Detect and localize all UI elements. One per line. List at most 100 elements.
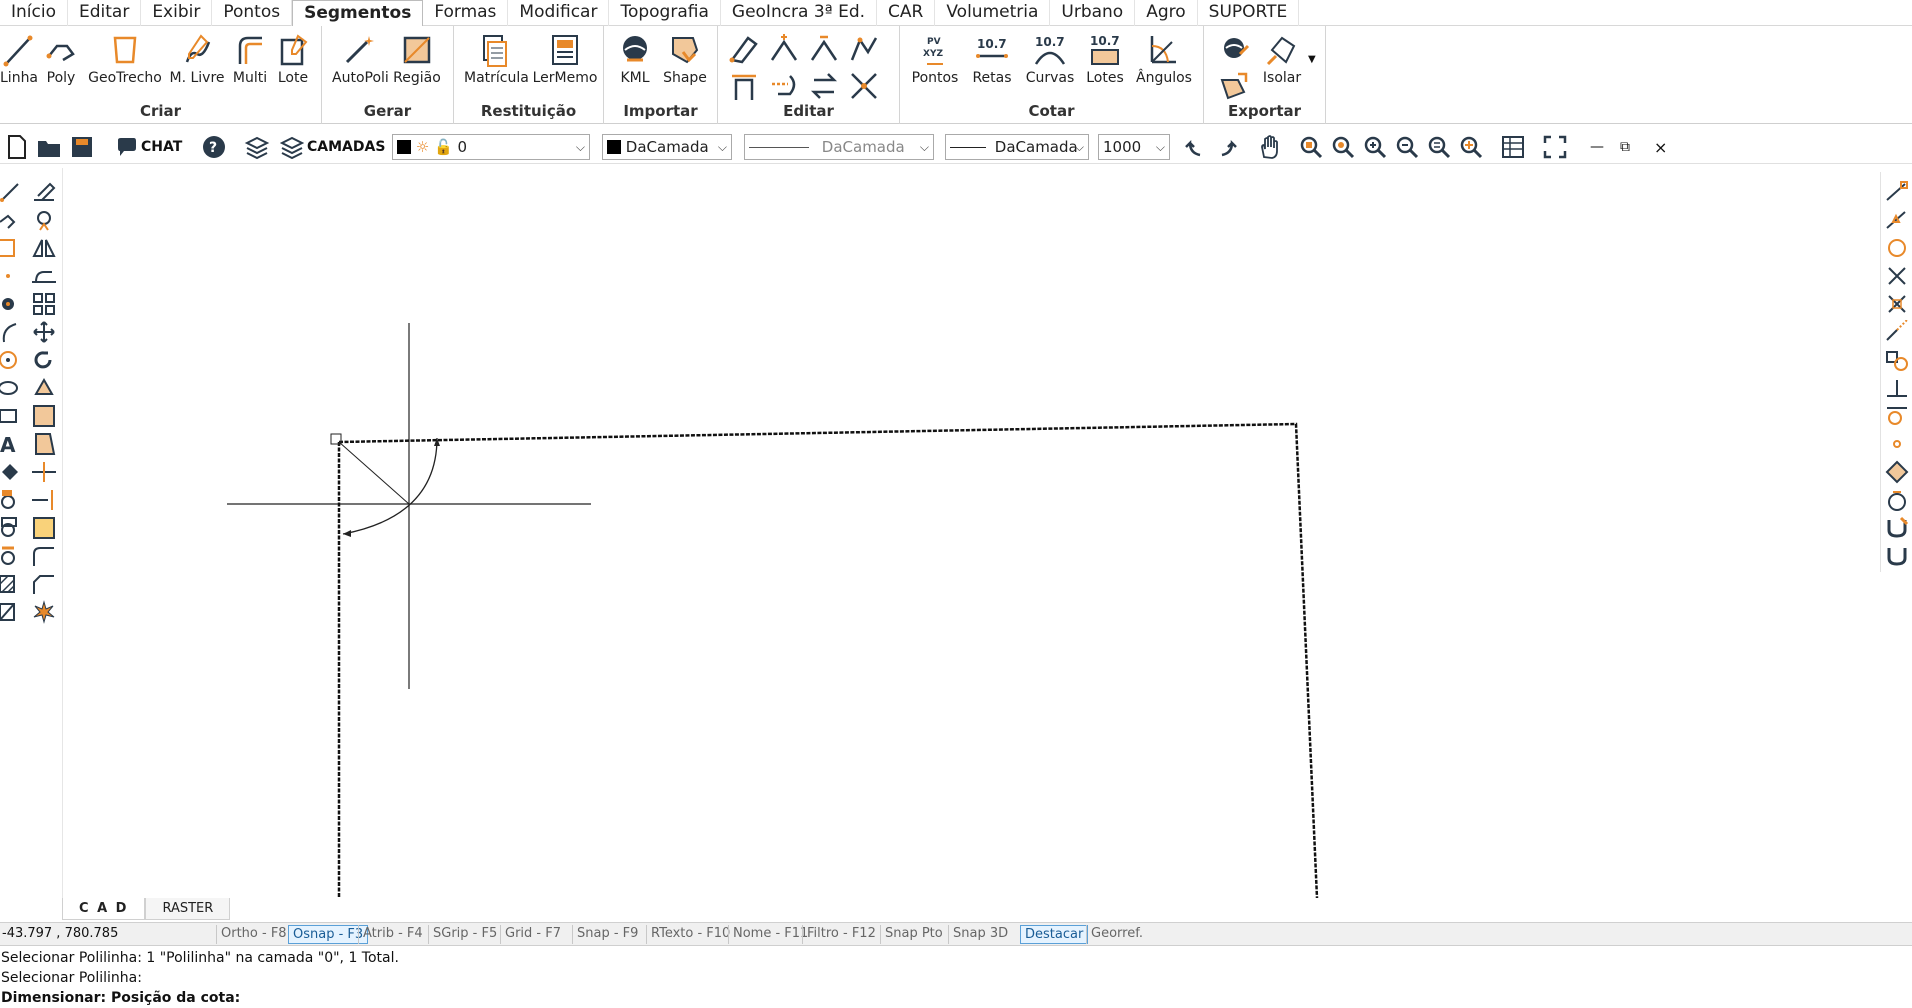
snap-center-icon[interactable] xyxy=(1883,236,1911,260)
lotes-cota-button[interactable]: 10.7 Lotes xyxy=(1082,32,1128,86)
menu-item-formas[interactable]: Formas xyxy=(423,0,509,26)
pick-icon[interactable] xyxy=(30,208,58,232)
menu-item-volumetria[interactable]: Volumetria xyxy=(935,0,1051,26)
close-icon[interactable]: × xyxy=(1654,133,1667,161)
redo-icon[interactable] xyxy=(1214,133,1240,161)
menu-item-exibir[interactable]: Exibir xyxy=(141,0,213,26)
menu-item-car[interactable]: CAR xyxy=(877,0,936,26)
add-vertex-icon[interactable] xyxy=(768,32,800,64)
reverse-icon[interactable] xyxy=(808,70,840,102)
arc-tool-icon[interactable] xyxy=(0,292,28,316)
tab-raster[interactable]: RASTER xyxy=(145,898,231,920)
move-vertex-icon[interactable] xyxy=(848,32,880,64)
offset-icon[interactable] xyxy=(768,70,800,102)
move-icon[interactable] xyxy=(30,320,58,344)
snap-intersection-icon[interactable] xyxy=(1883,264,1911,288)
toggle-osnap-f3[interactable]: Osnap - F3 xyxy=(288,925,369,944)
snap-apparent-icon[interactable] xyxy=(1883,292,1911,316)
camadas-button[interactable]: CAMADAS xyxy=(280,133,385,161)
region-tool-icon[interactable] xyxy=(0,516,28,540)
undo-icon[interactable] xyxy=(1182,133,1208,161)
open-folder-icon[interactable] xyxy=(36,133,62,161)
fullscreen-icon[interactable] xyxy=(1542,133,1568,161)
menu-item-segmentos[interactable]: Segmentos xyxy=(292,0,424,26)
properties-grid-icon[interactable] xyxy=(1500,133,1526,161)
save-icon[interactable] xyxy=(70,133,94,161)
toggle-filtro-f12[interactable]: Filtro - F12 xyxy=(802,925,880,944)
export-shape-icon[interactable] xyxy=(1218,70,1250,102)
isolar-dropdown-icon[interactable]: ▼ xyxy=(1308,54,1316,65)
zoom-in-icon[interactable] xyxy=(1362,133,1388,161)
export-globe-icon[interactable] xyxy=(1218,32,1250,64)
toggle-rtexto-f10[interactable]: RTexto - F10 xyxy=(646,925,734,944)
toggle-atrib-f4[interactable]: Atrib - F4 xyxy=(358,925,427,944)
menu-item-agro[interactable]: Agro xyxy=(1135,0,1198,26)
poly-button[interactable]: Poly xyxy=(42,32,80,86)
isolar-button[interactable]: Isolar xyxy=(1258,32,1306,86)
array-icon[interactable] xyxy=(30,292,58,316)
polyline-boundary[interactable] xyxy=(338,422,1319,899)
regiao-button[interactable]: Região xyxy=(392,32,442,86)
linha-button[interactable]: Linha xyxy=(0,32,38,86)
restore-icon[interactable]: ⧉ xyxy=(1620,133,1630,161)
zoom-out-icon[interactable] xyxy=(1394,133,1420,161)
draw-circle-icon[interactable] xyxy=(0,348,28,372)
menu-item-pontos[interactable]: Pontos xyxy=(212,0,293,26)
chamfer-icon[interactable] xyxy=(30,572,58,596)
zoom-extents-icon[interactable] xyxy=(1330,133,1356,161)
snap-toggle-icon[interactable] xyxy=(1883,544,1911,568)
autopoli-button[interactable]: AutoPoli xyxy=(332,32,389,86)
zoom-window-icon[interactable] xyxy=(1298,133,1324,161)
pontos-cota-button[interactable]: PV XYZ Pontos xyxy=(910,32,960,86)
hatch-pattern-icon[interactable] xyxy=(0,572,28,596)
multi-button[interactable]: Multi xyxy=(232,32,268,86)
extend-icon[interactable] xyxy=(728,70,760,102)
stretch-icon[interactable] xyxy=(30,264,58,288)
draw-rectangle-icon[interactable] xyxy=(0,404,28,428)
insert-block-icon[interactable] xyxy=(0,488,28,512)
note-icon[interactable] xyxy=(30,516,58,540)
command-prompt[interactable]: Dimensionar: Posição da cota: xyxy=(0,988,1880,1008)
draw-line-icon[interactable] xyxy=(0,180,28,204)
label-icon[interactable] xyxy=(0,460,28,484)
menu-item-urbano[interactable]: Urbano xyxy=(1050,0,1136,26)
boundary-icon[interactable] xyxy=(0,600,28,624)
explode-icon[interactable] xyxy=(30,600,58,624)
scale-select[interactable]: 1000 ⌵ xyxy=(1098,134,1170,160)
tab-cad[interactable]: C A D xyxy=(62,898,146,920)
snap-quadrant-icon[interactable] xyxy=(1883,460,1911,484)
menu-item-in-cio[interactable]: Início xyxy=(0,0,68,26)
trim-icon[interactable] xyxy=(30,460,58,484)
hatch-icon[interactable] xyxy=(30,432,58,456)
block-icon[interactable] xyxy=(30,404,58,428)
snap-tangent-icon[interactable] xyxy=(1883,404,1911,428)
menu-item-modificar[interactable]: Modificar xyxy=(508,0,610,26)
zoom-previous-icon[interactable] xyxy=(1426,133,1452,161)
angulos-button[interactable]: Ângulos xyxy=(1136,32,1192,86)
menu-item-topografia[interactable]: Topografia xyxy=(609,0,721,26)
mlivre-button[interactable]: M. Livre xyxy=(168,32,226,86)
zoom-realtime-icon[interactable] xyxy=(1458,133,1484,161)
chat-button[interactable]: CHAT xyxy=(116,133,182,161)
geotrecho-button[interactable]: GeoTrecho xyxy=(88,32,162,86)
matricula-button[interactable]: Matrícula xyxy=(464,32,529,86)
toggle-snap-f9[interactable]: Snap - F9 xyxy=(572,925,642,944)
fillet-icon[interactable] xyxy=(30,544,58,568)
menu-item-geoincra-3-ed-[interactable]: GeoIncra 3ª Ed. xyxy=(721,0,878,26)
toggle-snap-pto[interactable]: Snap Pto xyxy=(880,925,947,944)
snap-node-icon[interactable] xyxy=(1883,432,1911,456)
snap-magnet-icon[interactable] xyxy=(1883,516,1911,540)
kml-button[interactable]: KML xyxy=(614,32,656,86)
toggle-georref-[interactable]: Georref. xyxy=(1086,925,1147,944)
draw-polyline-icon[interactable] xyxy=(0,208,28,232)
snap-midpoint-icon[interactable] xyxy=(1883,208,1911,232)
snap-endpoint-icon[interactable] xyxy=(1883,180,1911,204)
minimize-icon[interactable]: — xyxy=(1590,133,1604,161)
rotate-icon[interactable] xyxy=(30,348,58,372)
snap-nearest-icon[interactable] xyxy=(1883,488,1911,512)
toggle-grid-f7[interactable]: Grid - F7 xyxy=(500,925,565,944)
lote-button[interactable]: Lote xyxy=(276,32,310,86)
remove-vertex-icon[interactable] xyxy=(808,32,840,64)
color-select[interactable]: DaCamada ⌵ xyxy=(602,134,732,160)
scale-tool-icon[interactable] xyxy=(30,376,58,400)
